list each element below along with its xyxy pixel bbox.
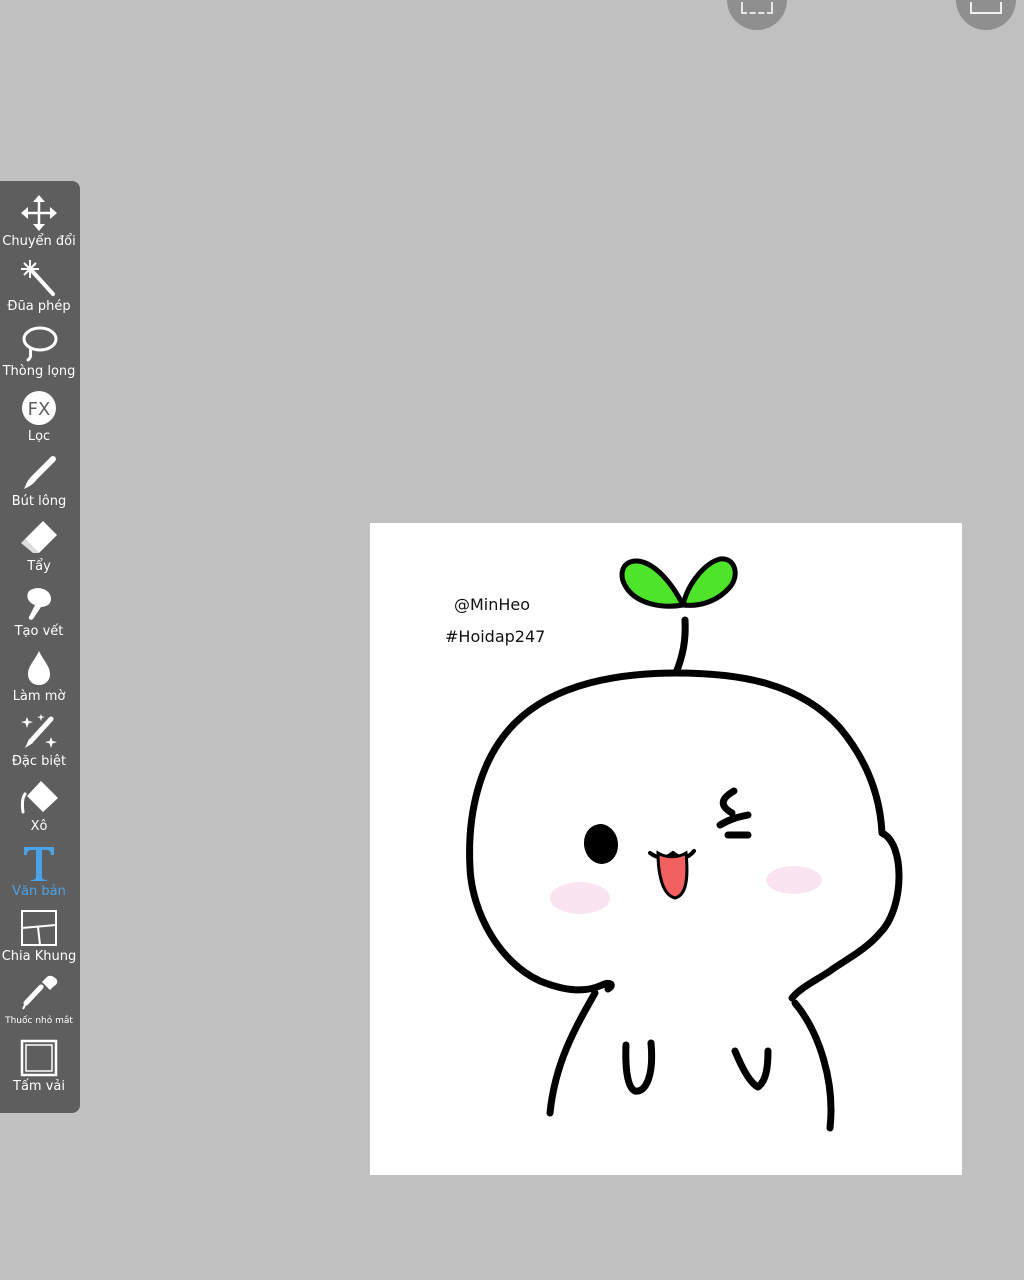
tool-bucket[interactable]: Xô bbox=[0, 778, 78, 842]
selection-icon bbox=[741, 2, 773, 14]
tool-label: Thòng lọng bbox=[2, 364, 76, 379]
water-drop-icon bbox=[28, 651, 50, 685]
tool-label: Chuyển đổi bbox=[2, 234, 76, 249]
frame-divider-icon bbox=[21, 910, 57, 946]
tool-label: Xô bbox=[30, 819, 48, 834]
tool-label: Đũa phép bbox=[7, 299, 71, 314]
canvas-square-icon bbox=[20, 1039, 58, 1077]
sparkle-pen-icon bbox=[21, 714, 57, 748]
tool-canvas[interactable]: Tấm vải bbox=[0, 1038, 78, 1102]
tool-transform[interactable]: Chuyển đổi bbox=[0, 193, 78, 257]
fx-filter-icon: FX bbox=[22, 391, 56, 425]
tool-text[interactable]: Văn bản bbox=[0, 843, 78, 907]
app-screen: Chuyển đổi Đũa phép Thòng lọng FX Lọc Bú… bbox=[0, 0, 1024, 1280]
sprout-character-drawing bbox=[466, 556, 903, 1132]
tool-label: Thuốc nhỏ mắt bbox=[5, 1016, 73, 1026]
tool-brush[interactable]: Bút lông bbox=[0, 453, 78, 517]
paint-bucket-icon bbox=[20, 781, 58, 814]
tool-lasso[interactable]: Thòng lọng bbox=[0, 323, 78, 387]
hashtag-text[interactable]: #Hoidap247 bbox=[445, 627, 545, 646]
layers-icon bbox=[970, 2, 1002, 14]
tool-eyedropper[interactable]: Thuốc nhỏ mắt bbox=[0, 973, 78, 1037]
selection-button[interactable] bbox=[727, 0, 787, 30]
tool-label: Đặc biệt bbox=[11, 754, 67, 769]
tool-label: Làm mờ bbox=[12, 689, 66, 704]
tool-special[interactable]: Đặc biệt bbox=[0, 713, 78, 777]
smudge-finger-icon bbox=[27, 588, 51, 620]
tool-sidebar: Chuyển đổi Đũa phép Thòng lọng FX Lọc Bú… bbox=[0, 181, 80, 1113]
tool-eraser[interactable]: Tẩy bbox=[0, 518, 78, 582]
layers-button[interactable] bbox=[956, 0, 1016, 30]
tool-label: Tạo vết bbox=[14, 624, 64, 639]
tool-frame-divider[interactable]: Chia Khung bbox=[0, 908, 78, 972]
brush-icon bbox=[24, 456, 56, 489]
magic-wand-icon bbox=[21, 260, 55, 296]
tool-magic-wand[interactable]: Đũa phép bbox=[0, 258, 78, 322]
tool-label: Tấm vải bbox=[13, 1079, 65, 1094]
tool-label: Chia Khung bbox=[1, 949, 77, 964]
tool-label: Lọc bbox=[27, 429, 51, 444]
tool-smudge[interactable]: Tạo vết bbox=[0, 583, 78, 647]
tool-blur[interactable]: Làm mờ bbox=[0, 648, 78, 712]
eraser-icon bbox=[21, 521, 57, 553]
drawing-canvas[interactable]: @MinHeo #Hoidap247 bbox=[370, 523, 962, 1175]
tool-label: Tẩy bbox=[27, 559, 51, 574]
lasso-icon bbox=[22, 326, 58, 362]
author-watermark-text[interactable]: @MinHeo bbox=[454, 595, 530, 614]
eyedropper-icon bbox=[22, 975, 58, 1010]
text-t-icon bbox=[24, 847, 54, 881]
svg-text:FX: FX bbox=[28, 399, 51, 420]
tool-label: Bút lông bbox=[11, 494, 67, 509]
move-arrows-icon bbox=[21, 195, 57, 231]
tool-filter[interactable]: FX Lọc bbox=[0, 388, 78, 452]
tool-label: Văn bản bbox=[12, 884, 66, 899]
